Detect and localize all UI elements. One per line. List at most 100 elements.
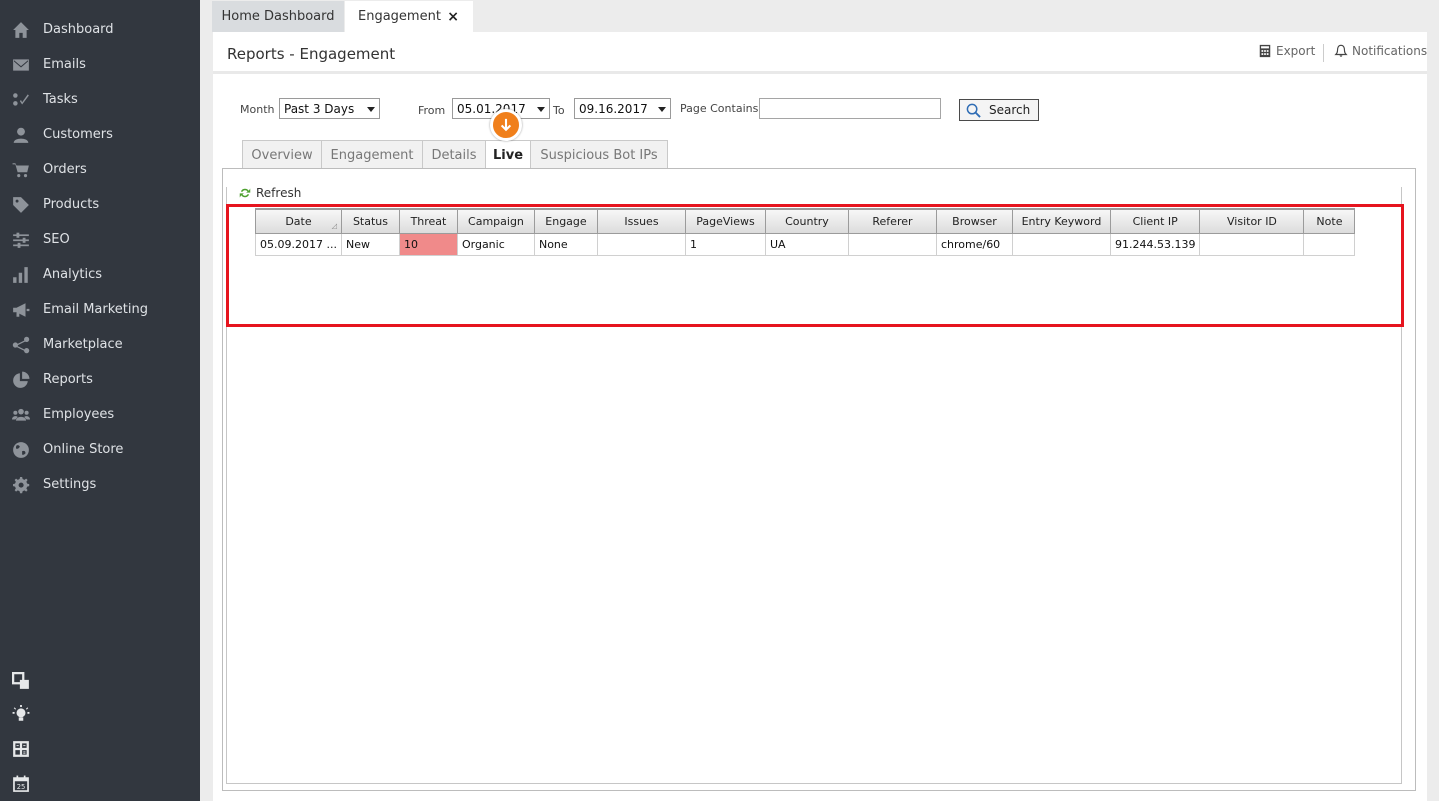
tab-label: Suspicious Bot IPs [540,147,658,163]
column-header-client-ip[interactable]: Client IP [1109,208,1201,234]
column-header-referer[interactable]: Referer [847,208,937,234]
column-header-entry-keyword[interactable]: Entry Keyword [1011,208,1111,234]
column-header-campaign[interactable]: Campaign [456,208,535,234]
arrow-down-icon [500,118,512,132]
windows-icon[interactable] [12,672,30,690]
sidebar-item-seo[interactable]: SEO [0,222,200,257]
sidebar-item-analytics[interactable]: Analytics [0,257,200,292]
sidebar-item-label: Employees [43,407,115,422]
chevron-down-icon [658,107,666,112]
document-tab-bar: Home Dashboard Engagement × [200,0,1439,32]
column-header-note[interactable]: Note [1303,208,1356,234]
tab-label: Engagement [358,9,441,24]
sidebar-item-online-store[interactable]: Online Store [0,432,200,467]
column-header-issues[interactable]: Issues [596,208,686,234]
tab-live[interactable]: Live [485,140,531,170]
sidebar-item-label: Tasks [43,92,78,107]
sidebar-item-email-marketing[interactable]: Email Marketing [0,292,200,327]
chevron-down-icon [367,107,375,112]
cell-country: UA [764,232,849,256]
tab-engagement[interactable]: Engagement × [345,1,473,32]
column-header-browser[interactable]: Browser [935,208,1013,234]
refresh-button[interactable]: Refresh [239,186,301,200]
step-marker [490,109,522,141]
chevron-down-icon [537,107,545,112]
sidebar-item-label: SEO [43,232,70,247]
cell-engage: None [533,232,598,256]
cell-referer [847,232,937,256]
megaphone-icon [12,301,30,319]
search-icon [966,103,981,118]
cell-client-ip: 91.244.53.139 [1109,232,1201,256]
notifications-button[interactable]: Notifications [1334,44,1427,58]
tab-label: Overview [251,147,313,163]
month-select[interactable]: Past 3 Days [279,98,380,119]
sidebar-item-label: Products [43,197,100,212]
export-button[interactable]: Export [1258,44,1315,58]
home-icon [12,21,30,39]
tab-label: Live [492,148,524,163]
sidebar-item-customers[interactable]: Customers [0,117,200,152]
refresh-icon [239,188,251,198]
column-header-pageviews[interactable]: PageViews [684,208,766,234]
tab-engagement-sub[interactable]: Engagement [321,140,423,169]
tab-home-dashboard[interactable]: Home Dashboard [212,1,344,32]
column-header-country[interactable]: Country [764,208,849,234]
cart-icon [12,161,30,179]
cell-threat: 10 [398,232,458,256]
sidebar-item-tasks[interactable]: Tasks [0,82,200,117]
lightbulb-icon[interactable] [12,705,30,723]
sidebar-item-label: Emails [43,57,86,72]
page-contains-label: Page Contains [680,102,759,115]
notifications-label: Notifications [1352,44,1428,58]
sidebar-item-products[interactable]: Products [0,187,200,222]
tasks-icon [12,91,30,109]
export-label: Export [1276,44,1316,58]
sidebar-item-label: Reports [43,372,93,387]
column-header-threat[interactable]: Threat [398,208,458,234]
column-header-visitor-id[interactable]: Visitor ID [1199,208,1305,234]
search-button-label: Search [989,103,1031,117]
sidebar-item-dashboard[interactable]: Dashboard [0,12,200,47]
sidebar-item-reports[interactable]: Reports [0,362,200,397]
cell-browser: chrome/60 [935,232,1013,256]
table-row[interactable]: 05.09.2017 ... New 10 Organic None 1 UA … [255,232,1356,256]
sidebar-item-label: Orders [43,162,87,177]
cell-entry-keyword [1011,232,1111,256]
sort-icon: ◿ [331,221,337,230]
column-header-status[interactable]: Status [340,208,400,234]
sidebar-item-settings[interactable]: Settings [0,467,200,502]
refresh-label: Refresh [256,186,302,200]
sidebar-item-label: Marketplace [43,337,123,352]
calendar-icon[interactable]: 25 [12,775,30,793]
sidebar-item-label: Dashboard [43,22,114,37]
sidebar-item-employees[interactable]: Employees [0,397,200,432]
close-icon[interactable]: × [447,9,459,25]
search-button[interactable]: Search [959,99,1039,121]
cell-status: New [340,232,400,256]
tab-overview[interactable]: Overview [242,140,322,169]
month-label: Month [240,103,275,116]
grid-header-row: Date ◿ Status Threat Campaign Engage Issu… [255,208,1356,234]
sidebar-item-orders[interactable]: Orders [0,152,200,187]
to-date-value: 09.16.2017 [579,102,648,116]
sidebar-item-marketplace[interactable]: Marketplace [0,327,200,362]
to-label: To [553,104,565,117]
sidebar-item-label: Email Marketing [43,302,148,317]
globe-icon [12,441,30,459]
column-header-date[interactable]: Date ◿ [255,208,342,234]
to-date-picker[interactable]: 09.16.2017 [574,98,671,119]
tab-details[interactable]: Details [422,140,486,169]
sidebar-item-emails[interactable]: Emails [0,47,200,82]
share-icon [12,336,30,354]
page-contains-input[interactable] [759,98,941,119]
tab-label: Engagement [330,147,414,163]
column-header-engage[interactable]: Engage [533,208,598,234]
calculator-icon[interactable] [12,740,30,758]
cell-note [1303,232,1356,256]
gear-icon [12,476,30,494]
tab-label: Details [431,147,477,163]
cell-issues [596,232,686,256]
tab-suspicious-bot-ips[interactable]: Suspicious Bot IPs [530,140,668,169]
month-select-value: Past 3 Days [284,102,355,116]
